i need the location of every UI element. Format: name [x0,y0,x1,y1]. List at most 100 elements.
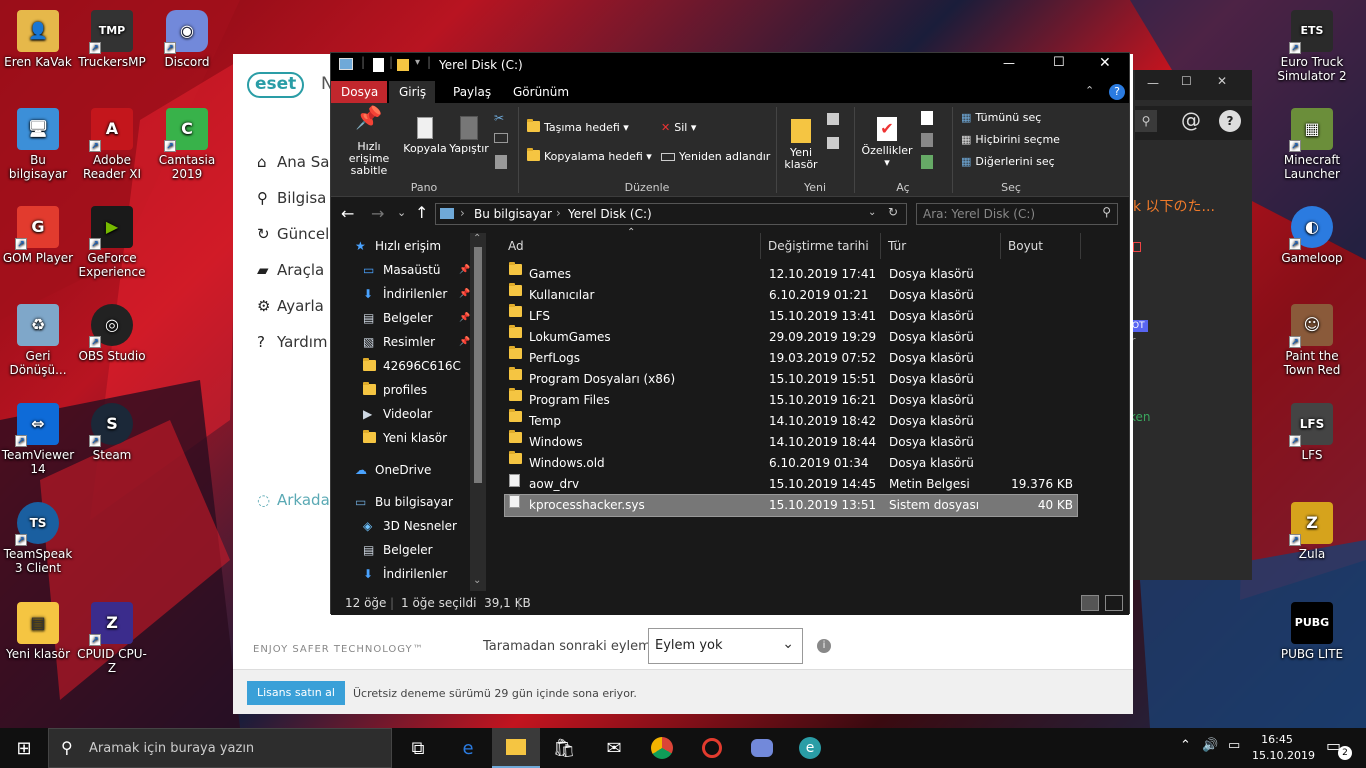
edit-icon[interactable] [921,133,933,147]
nav-item[interactable]: ▭ Bu bilgisayar [355,491,453,513]
desktop-icon-teamviewer[interactable]: ⇔ ↗ TeamViewer 14 [0,403,76,476]
new-item-icon[interactable] [827,113,839,125]
taskbar-eset[interactable]: e [786,728,834,768]
file-row[interactable]: Windows 14.10.2019 18:44 Dosya klasörü [505,430,1077,453]
eset-menu-help[interactable]: ? Yardım [257,331,328,353]
copy-to-button[interactable]: Kopyalama hedefi ▾ [527,148,652,166]
nav-item[interactable]: ▤ Belgeler 📌 [363,307,470,329]
nav-item[interactable]: profiles [363,379,427,401]
tab-home[interactable]: Giriş [389,81,435,103]
delete-button[interactable]: ✕ Sil ▾ [661,119,696,137]
desktop-icon-pubg-lite[interactable]: PUBG PUBG LITE [1274,602,1350,661]
file-row[interactable]: PerfLogs 19.03.2019 07:52 Dosya klasörü [505,346,1077,369]
desktop-icon-truckersmp[interactable]: TMP ↗ TruckersMP [74,10,150,69]
column-type[interactable]: Tür [881,233,1001,259]
taskbar-edge[interactable]: e [444,728,492,768]
file-row[interactable]: LFS 15.10.2019 13:41 Dosya klasörü [505,304,1077,327]
file-row[interactable]: Program Dosyaları (x86) 15.10.2019 15:51 D… [505,367,1077,390]
search-box[interactable]: Ara: Yerel Disk (C:) ⚲ [916,203,1118,225]
properties-button[interactable]: ✔ Özellikler ▾ [861,113,913,169]
easy-access-icon[interactable] [827,137,839,149]
recent-locations-icon[interactable]: ⌄ [397,206,406,219]
back-button[interactable]: ← [341,204,354,223]
volume-icon[interactable]: 🔊 [1202,738,1218,753]
desktop-icon-eren-kavak[interactable]: 👤 Eren KaVak [0,10,76,69]
nav-item[interactable]: 42696C616C [363,355,461,377]
nav-scroll-thumb[interactable] [474,247,482,483]
maximize-button[interactable]: ☐ [1053,55,1065,70]
desktop-icon-discord[interactable]: ◉ ↗ Discord [149,10,225,69]
up-button[interactable]: ↑ [415,203,428,222]
desktop-icon-gom-player[interactable]: G ↗ GOM Player [0,206,76,265]
nav-item[interactable]: ★ Hızlı erişim [355,235,441,257]
breadcrumb-this-pc[interactable]: Bu bilgisayar [474,207,552,221]
file-row[interactable]: Kullanıcılar 6.10.2019 01:21 Dosya klasörü [505,283,1077,306]
help-icon[interactable]: ? [1219,110,1241,132]
close-button[interactable]: ✕ [1099,55,1111,71]
move-to-button[interactable]: Taşıma hedefi ▾ [527,119,629,137]
large-icons-view-icon[interactable] [1105,595,1123,611]
network-icon[interactable]: ▭ [1228,738,1240,753]
new-folder-quick-icon[interactable] [397,59,409,71]
buy-license-button[interactable]: Lisans satın al [247,681,345,705]
desktop-icon-zula[interactable]: Z ↗ Zula [1274,502,1350,561]
scroll-down-icon[interactable]: ⌄ [473,575,481,586]
open-icon[interactable] [921,111,933,125]
clock-date[interactable]: 15.10.2019 [1252,749,1315,762]
refresh-icon[interactable]: ↻ [888,205,898,219]
eset-menu-scan[interactable]: ⚲ Bilgisa [257,187,326,209]
tab-share[interactable]: Paylaş [443,81,501,103]
search-icon[interactable]: ⚲ [1135,110,1157,132]
address-bar[interactable]: › Bu bilgisayar › Yerel Disk (C:) ⌄ ↻ [435,203,907,225]
taskbar-discord[interactable] [738,728,786,768]
desktop-icon-ets2[interactable]: ETS ↗ Euro Truck Simulator 2 [1274,10,1350,83]
scroll-up-icon[interactable]: ⌃ [473,233,481,244]
desktop-icon-yeni-klasor[interactable]: ▤ Yeni klasör [0,602,76,661]
pin-quick-access-button[interactable]: 📌 Hızlı erişime sabitle [337,108,401,177]
new-folder-button[interactable]: Yeni klasör [781,115,821,171]
nav-item[interactable]: ⬇ İndirilenler [363,563,447,585]
customize-quick-access-icon[interactable]: ▾ [415,57,420,68]
column-size[interactable]: Boyut [1001,233,1081,259]
file-row[interactable]: LokumGames 29.09.2019 19:29 Dosya klasörü [505,325,1077,348]
help-icon[interactable]: ? [1109,84,1125,100]
address-dropdown-icon[interactable]: ⌄ [868,207,876,218]
copy-button[interactable]: Kopyala [403,113,447,155]
action-center-button[interactable]: ▭ 2 [1322,736,1352,760]
taskbar-search[interactable]: ⚲ Aramak için buraya yazın [48,728,392,768]
desktop-icon-adobe-reader[interactable]: A ↗ Adobe Reader XI [74,108,150,181]
paste-button[interactable]: Yapıştır [447,113,491,155]
file-row[interactable]: Temp 14.10.2019 18:42 Dosya klasörü [505,409,1077,432]
desktop-icon-bu-bilgisayar[interactable]: 🖥 Bu bilgisayar [0,108,76,181]
desktop-icon-obs[interactable]: ◎ ↗ OBS Studio [74,304,150,363]
info-icon[interactable]: i [817,639,831,653]
forward-button[interactable]: → [371,204,384,223]
eset-menu-friend[interactable]: ◌ Arkada [257,489,330,511]
desktop-icon-paint-the-town-red[interactable]: ☺ ↗ Paint the Town Red [1274,304,1350,377]
file-row[interactable]: Games 12.10.2019 17:41 Dosya klasörü [505,262,1077,285]
taskbar-gom[interactable] [688,728,736,768]
nav-item[interactable]: ▶ Videolar [363,403,432,425]
nav-scrollbar[interactable]: ⌃ ⌄ [470,233,486,591]
show-hidden-icons[interactable]: ⌃ [1180,738,1191,753]
desktop-icon-lfs[interactable]: LFS ↗ LFS [1274,403,1350,462]
nav-item[interactable]: Yeni klasör [363,427,447,449]
column-date[interactable]: Değiştirme tarihi [761,233,881,259]
nav-item[interactable]: ▭ Masaüstü 📌 [363,259,470,281]
nav-item[interactable]: ▤ Belgeler [363,539,433,561]
select-none-button[interactable]: ▦ Hiçbirini seçme [961,131,1060,149]
collapse-ribbon-icon[interactable]: ⌃ [1085,84,1094,97]
taskbar-store[interactable]: 🛍 [540,728,588,768]
maximize-icon[interactable]: ☐ [1181,74,1192,88]
taskbar-explorer[interactable] [492,728,540,768]
history-icon[interactable] [921,155,933,169]
properties-quick-icon[interactable] [373,58,384,72]
mention-icon[interactable]: @ [1181,108,1201,132]
desktop-icon-geforce[interactable]: ▶ ↗ GeForce Experience [74,206,150,279]
eset-menu-tools[interactable]: ▰ Araçla [257,259,324,281]
invert-selection-button[interactable]: ▦ Diğerlerini seç [961,153,1055,171]
desktop-icon-cpuz[interactable]: Z ↗ CPUID CPU-Z [74,602,150,675]
file-row[interactable]: Program Files 15.10.2019 16:21 Dosya klasö… [505,388,1077,411]
breadcrumb-local-disk[interactable]: Yerel Disk (C:) [568,207,652,221]
desktop-icon-gameloop[interactable]: ◐ ↗ Gameloop [1274,206,1350,265]
